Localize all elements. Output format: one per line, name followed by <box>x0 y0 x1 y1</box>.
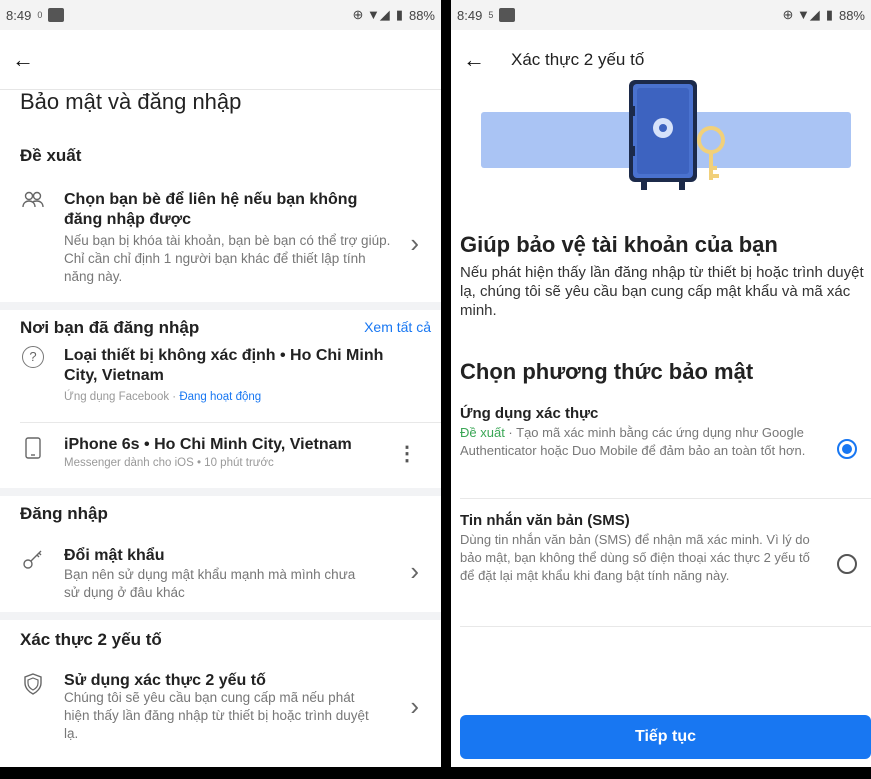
suggest-header: Đề xuất <box>20 146 82 165</box>
use-twofa-desc: Chúng tôi sẽ yêu cầu bạn cung cấp mã nếu… <box>64 690 369 741</box>
session-sub: Messenger dành cho iOS • 10 phút trước <box>64 457 274 469</box>
session-sub: Ứng dụng Facebook · Đang hoạt động <box>64 391 261 403</box>
divider <box>20 422 441 423</box>
notification-count: 0 <box>37 10 43 20</box>
status-time: 8:49 <box>6 7 32 23</box>
recommended-tag: Đề xuất <box>460 425 505 440</box>
back-arrow-icon[interactable]: ← <box>463 47 485 73</box>
trusted-contacts-row[interactable]: Chọn bạn bè để liên hệ nếu bạn không đăn… <box>0 190 441 290</box>
section-divider <box>0 488 441 496</box>
key-icon <box>22 548 44 570</box>
battery-icon: ▮ <box>825 7 833 22</box>
chevron-right-icon: › <box>410 691 419 721</box>
chevron-right-icon: › <box>410 228 419 258</box>
twofa-header: Xác thực 2 yếu tố <box>20 630 162 649</box>
session-title: Loại thiết bị không xác định • Ho Chi Mi… <box>64 347 384 384</box>
divider <box>460 626 871 627</box>
option-desc-text: · Tạo mã xác minh bằng các ứng dụng như … <box>460 425 806 458</box>
security-login-screen: 8:49 0 ⊕ ▼◢ ▮ 88% ← Bảo mật và đăng nhập… <box>0 0 441 767</box>
page-title: Bảo mật và đăng nhập <box>20 89 242 114</box>
signal-icon: ⊕ ▼◢ <box>782 7 820 22</box>
battery-percent: 88% <box>838 7 865 23</box>
logins-header: Nơi bạn đã đăng nhập <box>20 318 200 337</box>
option-desc: Đề xuất · Tạo mã xác minh bằng các ứng d… <box>460 424 820 460</box>
see-all-link[interactable]: Xem tất cả <box>364 319 431 335</box>
login-header: Đăng nhập <box>20 504 108 523</box>
unknown-device-icon: ? <box>22 346 44 368</box>
signal-icon: ⊕ ▼◢ <box>352 7 390 22</box>
safe-illustration-icon <box>627 76 725 194</box>
section-divider <box>0 612 441 620</box>
session-app: Ứng dụng Facebook · <box>64 391 180 403</box>
two-factor-screen: 8:49 5 ⊕ ▼◢ ▮ 88% ← Xác thực 2 yếu tố Gi… <box>451 0 871 767</box>
choose-method-heading: Chọn phương thức bảo mật <box>460 359 754 384</box>
radio-selected[interactable] <box>837 439 857 459</box>
battery-percent: 88% <box>408 7 435 23</box>
phone-icon <box>22 437 44 459</box>
app-bar: ← <box>0 30 441 90</box>
change-password-row[interactable]: Đổi mật khẩu Bạn nên sử dụng mật khẩu mạ… <box>0 546 441 606</box>
battery-icon: ▮ <box>395 7 403 22</box>
status-bar: 8:49 0 ⊕ ▼◢ ▮ 88% <box>0 0 441 30</box>
change-password-title: Đổi mật khẩu <box>64 547 165 564</box>
status-bar: 8:49 5 ⊕ ▼◢ ▮ 88% <box>451 0 871 30</box>
option-sms[interactable]: Tin nhắn văn bản (SMS) Dùng tin nhắn văn… <box>460 512 865 585</box>
option-auth-app[interactable]: Ứng dụng xác thực Đề xuất · Tạo mã xác m… <box>460 405 865 460</box>
login-session-row[interactable]: ? Loại thiết bị không xác định • Ho Chi … <box>0 346 441 411</box>
login-session-row[interactable]: iPhone 6s • Ho Chi Minh City, Vietnam Me… <box>0 435 441 475</box>
option-desc: Dùng tin nhắn văn bản (SMS) để nhận mã x… <box>460 532 810 583</box>
more-options-icon[interactable]: ⋮ <box>397 441 417 466</box>
active-status: Đang hoạt động <box>179 391 262 403</box>
protect-description: Nếu phát hiện thấy lần đăng nhập từ thiế… <box>460 264 864 319</box>
gallery-icon <box>48 8 65 22</box>
use-twofa-title: Sử dụng xác thực 2 yếu tố <box>64 672 266 689</box>
continue-button[interactable]: Tiếp tục <box>460 715 871 759</box>
protect-heading: Giúp bảo vệ tài khoản của bạn <box>460 232 778 257</box>
app-bar-title: Xác thực 2 yếu tố <box>511 50 645 69</box>
trusted-contacts-desc: Nếu bạn bị khóa tài khoản, bạn bè bạn có… <box>64 233 391 284</box>
chevron-right-icon: › <box>410 556 419 586</box>
session-title: iPhone 6s • Ho Chi Minh City, Vietnam <box>64 436 352 453</box>
use-twofa-row[interactable]: Sử dụng xác thực 2 yếu tố Chúng tôi sẽ y… <box>0 671 441 751</box>
trusted-contacts-title: Chọn bạn bè để liên hệ nếu bạn không đăn… <box>64 191 358 228</box>
notification-count: 5 <box>488 10 494 20</box>
change-password-desc: Bạn nên sử dụng mật khẩu mạnh mà mình ch… <box>64 567 356 600</box>
option-title: Tin nhắn văn bản (SMS) <box>460 512 630 529</box>
back-arrow-icon[interactable]: ← <box>12 47 34 73</box>
shield-icon <box>22 673 44 695</box>
gallery-icon <box>499 8 516 22</box>
section-divider <box>0 302 441 310</box>
divider <box>460 498 871 499</box>
radio-unselected[interactable] <box>837 554 857 574</box>
friends-icon <box>22 190 44 212</box>
status-time: 8:49 <box>457 7 483 23</box>
option-title: Ứng dụng xác thực <box>460 405 599 422</box>
